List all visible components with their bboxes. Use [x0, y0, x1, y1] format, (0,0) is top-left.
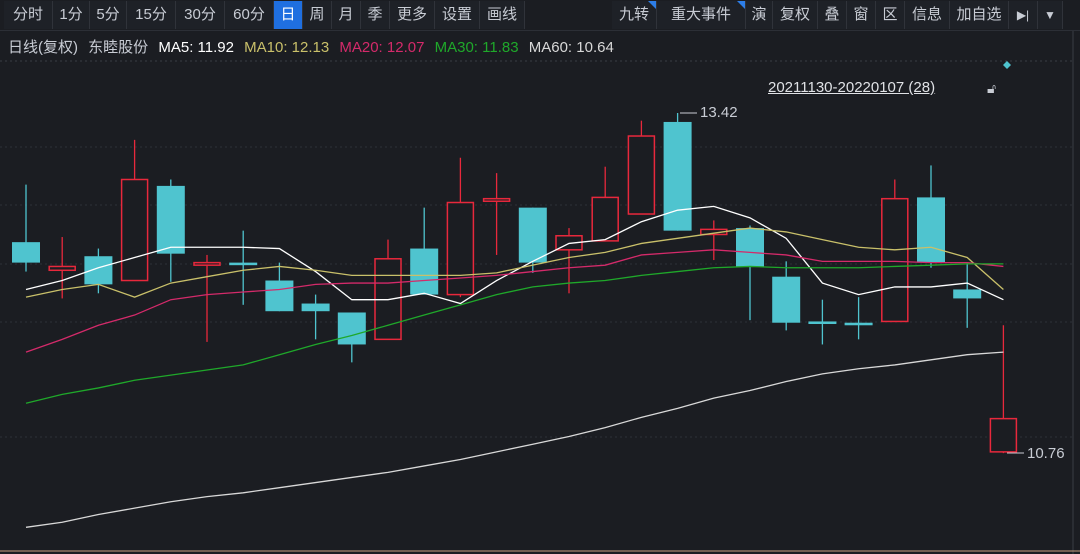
candle-body-down — [808, 321, 837, 324]
tab-period-0[interactable]: 分时 — [4, 1, 53, 29]
ma60-value: MA60: 10.64 — [528, 39, 614, 56]
candle-body-up — [627, 135, 656, 215]
flag-marker — [737, 1, 745, 9]
candle-body-up — [446, 201, 475, 296]
tab-period-1[interactable]: 1分 — [53, 1, 90, 29]
diamond-marker — [1003, 61, 1011, 69]
toolbar-button-3[interactable]: 复权 — [773, 1, 818, 29]
ma5-value: MA5: 11.92 — [158, 39, 234, 56]
tab-period-7[interactable]: 周 — [303, 1, 332, 29]
toolbar-button-4[interactable]: 叠 — [818, 1, 847, 29]
high-price-label: 13.42 — [700, 104, 738, 121]
candle-body-down — [953, 289, 982, 299]
line-ma30 — [25, 263, 1004, 404]
tab-period-6[interactable]: 日 — [274, 1, 303, 29]
collapse-right-icon[interactable]: ▶| — [1009, 1, 1038, 29]
tab-period-5[interactable]: 60分 — [225, 1, 274, 29]
candle-body-up — [482, 197, 511, 202]
candle-body-down — [917, 197, 945, 263]
candle-body-down — [265, 280, 294, 312]
candle-body-down — [772, 276, 801, 323]
tab-period-12[interactable]: 画线 — [480, 1, 525, 29]
dropdown-icon[interactable]: ▼ — [1038, 1, 1063, 29]
tab-period-3[interactable]: 15分 — [127, 1, 176, 29]
candle-body-up — [48, 265, 76, 272]
candle-body-down — [84, 256, 113, 285]
candle-body-down — [410, 248, 439, 295]
toolbar-button-0[interactable]: 九转 — [612, 1, 657, 29]
indicator-bar: 日线(复权) 东睦股份 MA5: 11.92 MA10: 12.13 MA20:… — [8, 36, 620, 57]
candle-body-down — [337, 312, 366, 345]
range-label[interactable]: 20211130-20220107 (28) — [768, 79, 935, 96]
candle-body-up — [881, 197, 909, 323]
tab-period-8[interactable]: 月 — [332, 1, 361, 29]
tab-period-2[interactable]: 5分 — [90, 1, 127, 29]
tab-period-10[interactable]: 更多 — [390, 1, 435, 29]
toolbar-button-1[interactable]: 重大事件 — [657, 1, 746, 29]
tab-period-9[interactable]: 季 — [361, 1, 390, 29]
candle-body-down — [229, 262, 258, 266]
ma30-value: MA30: 11.83 — [434, 39, 519, 56]
candle-body-up — [989, 417, 1018, 453]
lock-icon[interactable]: 🔓︎ — [987, 80, 996, 97]
tab-period-11[interactable]: 设置 — [435, 1, 480, 29]
toolbar-button-6[interactable]: 区 — [876, 1, 905, 29]
candle-body-up — [193, 261, 221, 266]
candle-body-down — [156, 185, 185, 254]
period-label: 日线(复权) — [8, 39, 78, 56]
toolbar-button-5[interactable]: 窗 — [847, 1, 876, 29]
candle-body-down — [736, 228, 764, 267]
ma10-value: MA10: 12.13 — [244, 39, 330, 56]
candle-body-down — [518, 207, 547, 263]
candle-body-down — [844, 322, 873, 326]
stock-name: 东睦股份 — [88, 39, 149, 56]
line-ma60 — [25, 351, 1004, 528]
candle-body-down — [12, 242, 40, 263]
candle-body-down — [663, 121, 692, 231]
flag-marker — [648, 1, 656, 9]
line-ma20 — [25, 249, 1004, 353]
candle-body-up — [591, 196, 619, 242]
ma20-value: MA20: 12.07 — [339, 39, 425, 56]
period-toolbar: 分时 1分 5分 15分 30分 60分日周月季更多 设置 画线 九转 重大事件演复权叠窗区信息加… — [0, 0, 1080, 31]
candle-body-up — [120, 178, 149, 282]
toolbar-button-8[interactable]: 加自选 — [950, 1, 1009, 29]
toolbar-button-7[interactable]: 信息 — [905, 1, 950, 29]
candle-body-down — [301, 303, 330, 312]
low-price-label: 10.76 — [1027, 445, 1065, 462]
tab-period-4[interactable]: 30分 — [176, 1, 225, 29]
toolbar-button-2[interactable]: 演 — [746, 1, 773, 29]
